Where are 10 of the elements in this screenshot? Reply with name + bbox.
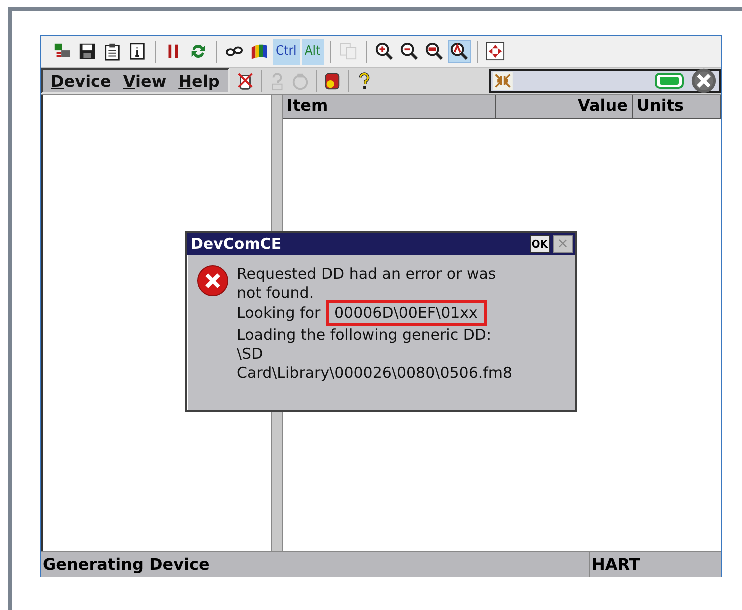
message-text: \SD	[237, 345, 264, 363]
message-text: Requested DD had an error or was	[237, 265, 496, 283]
message-text: not found.	[237, 284, 314, 302]
message-text: Looking for	[237, 304, 322, 322]
highlighted-code: 00006D\00EF\01xx	[326, 300, 487, 326]
dialog-title: DevComCE	[191, 235, 282, 253]
status-text: Generating Device	[41, 552, 590, 577]
message-text: Loading the following generic DD:	[237, 326, 492, 344]
status-text: HART	[591, 554, 642, 576]
message-text: Card\Library\000026\0080\0506.fm8	[237, 364, 513, 382]
